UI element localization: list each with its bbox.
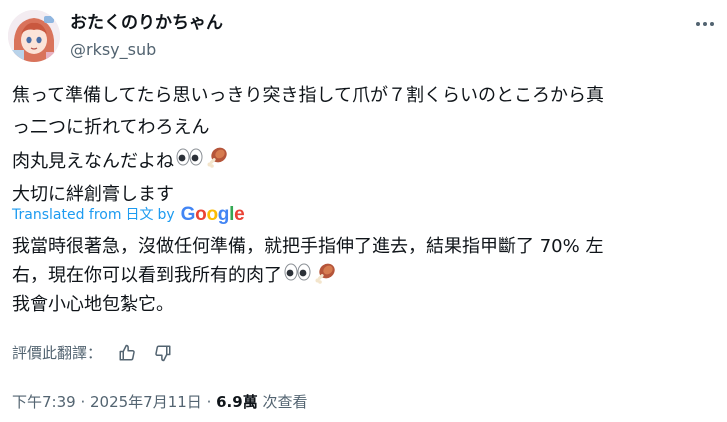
- translation-attribution[interactable]: Translated from 日文 by Google: [12, 204, 245, 225]
- meat-on-bone-emoji: [314, 260, 338, 292]
- meat-on-bone-emoji: [206, 144, 230, 179]
- meta-separator: ·: [75, 393, 90, 411]
- translation-line-text: 右，現在你可以看到我所有的肉了: [12, 265, 282, 286]
- original-line: っ二つに折れてわろえん: [12, 117, 210, 138]
- translation-line-with-emoji: 右，現在你可以看到我所有的肉了: [12, 260, 717, 292]
- avatar[interactable]: [8, 10, 60, 62]
- translation-line: 我當時很著急，沒做任何準備，就把手指伸了進去，結果指甲斷了 70% 左: [12, 236, 604, 257]
- post-time[interactable]: 下午7:39: [12, 393, 76, 411]
- eyes-emoji: [284, 262, 312, 290]
- display-name[interactable]: おたくのりかちゃん: [70, 12, 223, 34]
- google-logo: Google: [180, 204, 245, 225]
- more-dot: [703, 22, 707, 26]
- meta-separator: ·: [201, 393, 217, 411]
- tweet-meta: 下午7:39 · 2025年7月11日 · 6.9萬 次查看: [12, 392, 307, 412]
- translation-line: 我會小心地包紮它。: [12, 294, 174, 315]
- thumbs-down-icon[interactable]: [152, 342, 174, 364]
- tweet-original-text: 焦って準備してたら思いっきり突き指して爪が７割くらいのところから真 っ二つに折れ…: [12, 80, 717, 211]
- more-icon[interactable]: [693, 14, 717, 34]
- original-line: 焦って準備してたら思いっきり突き指して爪が７割くらいのところから真: [12, 85, 605, 106]
- translated-by-label: by: [157, 207, 175, 223]
- translated-from-label: Translated from: [12, 207, 122, 223]
- rate-translation-label: 評價此翻譯：: [12, 344, 103, 362]
- avatar-image: [8, 10, 60, 62]
- original-line-with-emoji: 肉丸見えなんだよね: [12, 144, 717, 179]
- thumbs-up-icon[interactable]: [116, 342, 138, 364]
- views-count: 6.9萬: [216, 393, 258, 411]
- more-dot: [710, 22, 714, 26]
- more-dot: [696, 22, 700, 26]
- eyes-emoji: [176, 146, 204, 178]
- tweet-card: おたくのりかちゃん @rksy_sub 焦って準備してたら思いっきり突き指して爪…: [0, 0, 727, 422]
- source-language: 日文: [125, 207, 154, 223]
- views-label: 次查看: [257, 393, 308, 411]
- original-line-text: 肉丸見えなんだよね: [12, 150, 174, 172]
- user-handle[interactable]: @rksy_sub: [70, 40, 223, 60]
- tweet-translation: 我當時很著急，沒做任何準備，就把手指伸了進去，結果指甲斷了 70% 左 右，現在…: [12, 234, 717, 318]
- post-date[interactable]: 2025年7月11日: [90, 393, 202, 411]
- rate-translation: 評價此翻譯：: [12, 342, 174, 364]
- author-info: おたくのりかちゃん @rksy_sub: [70, 12, 223, 60]
